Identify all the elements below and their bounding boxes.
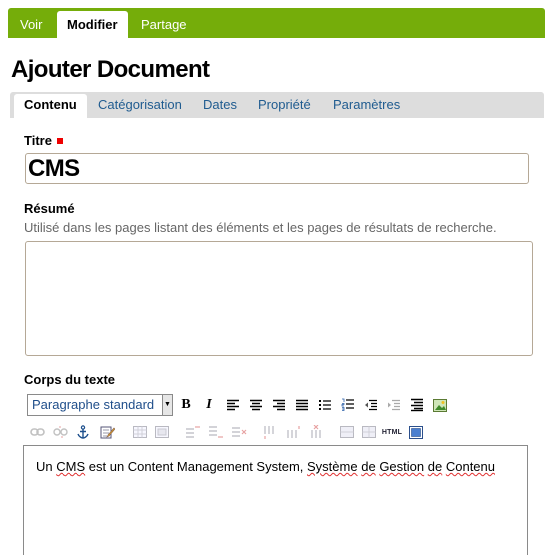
misspelled-word: Gestion (379, 459, 425, 474)
word: Un (36, 459, 53, 474)
align-center-icon[interactable] (247, 396, 265, 414)
chevron-down-icon: ▼ (162, 395, 172, 415)
body-editor-content: Un CMS est un Content Management System,… (36, 459, 495, 474)
italic-icon[interactable]: I (200, 396, 218, 414)
tab-propriete[interactable]: Propriété (258, 92, 311, 118)
paragraph-format-select[interactable]: Paragraphe standard ▼ (27, 394, 173, 416)
align-left-icon[interactable] (224, 396, 242, 414)
col-insert-after-icon[interactable] (284, 423, 302, 441)
misspelled-word: CMS (56, 459, 86, 474)
definition-list-icon[interactable] (408, 396, 426, 414)
unlink-icon[interactable] (51, 423, 69, 441)
link-icon[interactable] (28, 423, 46, 441)
misspelled-word: de (427, 459, 443, 474)
tab-parametres[interactable]: Paramètres (333, 92, 400, 118)
summary-label: Résumé (24, 201, 75, 216)
tab-partage[interactable]: Partage (141, 8, 187, 38)
row-insert-before-icon[interactable] (184, 423, 202, 441)
row-delete-icon[interactable] (230, 423, 248, 441)
misspelled-word: de (361, 459, 376, 474)
required-marker-icon (56, 138, 63, 144)
title-label-text: Titre (24, 133, 52, 148)
tab-voir[interactable]: Voir (20, 8, 42, 38)
title-label: Titre (24, 133, 63, 148)
anchor-icon[interactable] (74, 423, 92, 441)
misspelled-word: Contenu (445, 459, 495, 474)
top-tab-bar: Voir Modifier Partage (8, 8, 545, 38)
html-source-label: HTML (381, 428, 403, 436)
table-icon[interactable] (131, 423, 149, 441)
edit-icon[interactable] (98, 423, 116, 441)
tab-categorisation[interactable]: Catégorisation (98, 92, 182, 118)
indent-icon[interactable] (385, 396, 403, 414)
tab-dates[interactable]: Dates (203, 92, 237, 118)
body-label: Corps du texte (24, 372, 116, 387)
form-tab-bar: Contenu Catégorisation Dates Propriété P… (10, 92, 544, 118)
row-insert-after-icon[interactable] (207, 423, 225, 441)
summary-help-text: Utilisé dans les pages listant des éléme… (24, 220, 497, 235)
fullscreen-icon[interactable] (407, 423, 425, 441)
body-editor[interactable]: Un CMS est un Content Management System,… (23, 445, 528, 555)
numbered-list-icon[interactable] (339, 396, 357, 414)
word: est un Content Management System, (88, 459, 304, 474)
col-insert-before-icon[interactable] (261, 423, 279, 441)
bullet-list-icon[interactable] (316, 396, 334, 414)
html-source-icon[interactable]: HTML (381, 423, 403, 441)
title-input[interactable] (25, 153, 529, 184)
merge-cells-icon[interactable] (338, 423, 356, 441)
split-cells-icon[interactable] (360, 423, 378, 441)
tab-contenu[interactable]: Contenu (14, 94, 87, 118)
align-right-icon[interactable] (270, 396, 288, 414)
col-delete-icon[interactable] (307, 423, 325, 441)
align-justify-icon[interactable] (293, 396, 311, 414)
insert-image-icon[interactable] (431, 396, 449, 414)
misspelled-word: Système (307, 459, 358, 474)
table-props-icon[interactable] (153, 423, 171, 441)
summary-textarea[interactable] (25, 241, 533, 356)
page-title: Ajouter Document (11, 56, 210, 83)
outdent-icon[interactable] (362, 396, 380, 414)
bold-icon[interactable]: B (177, 396, 195, 414)
tab-modifier[interactable]: Modifier (57, 11, 128, 38)
paragraph-format-value: Paragraphe standard (32, 397, 155, 412)
